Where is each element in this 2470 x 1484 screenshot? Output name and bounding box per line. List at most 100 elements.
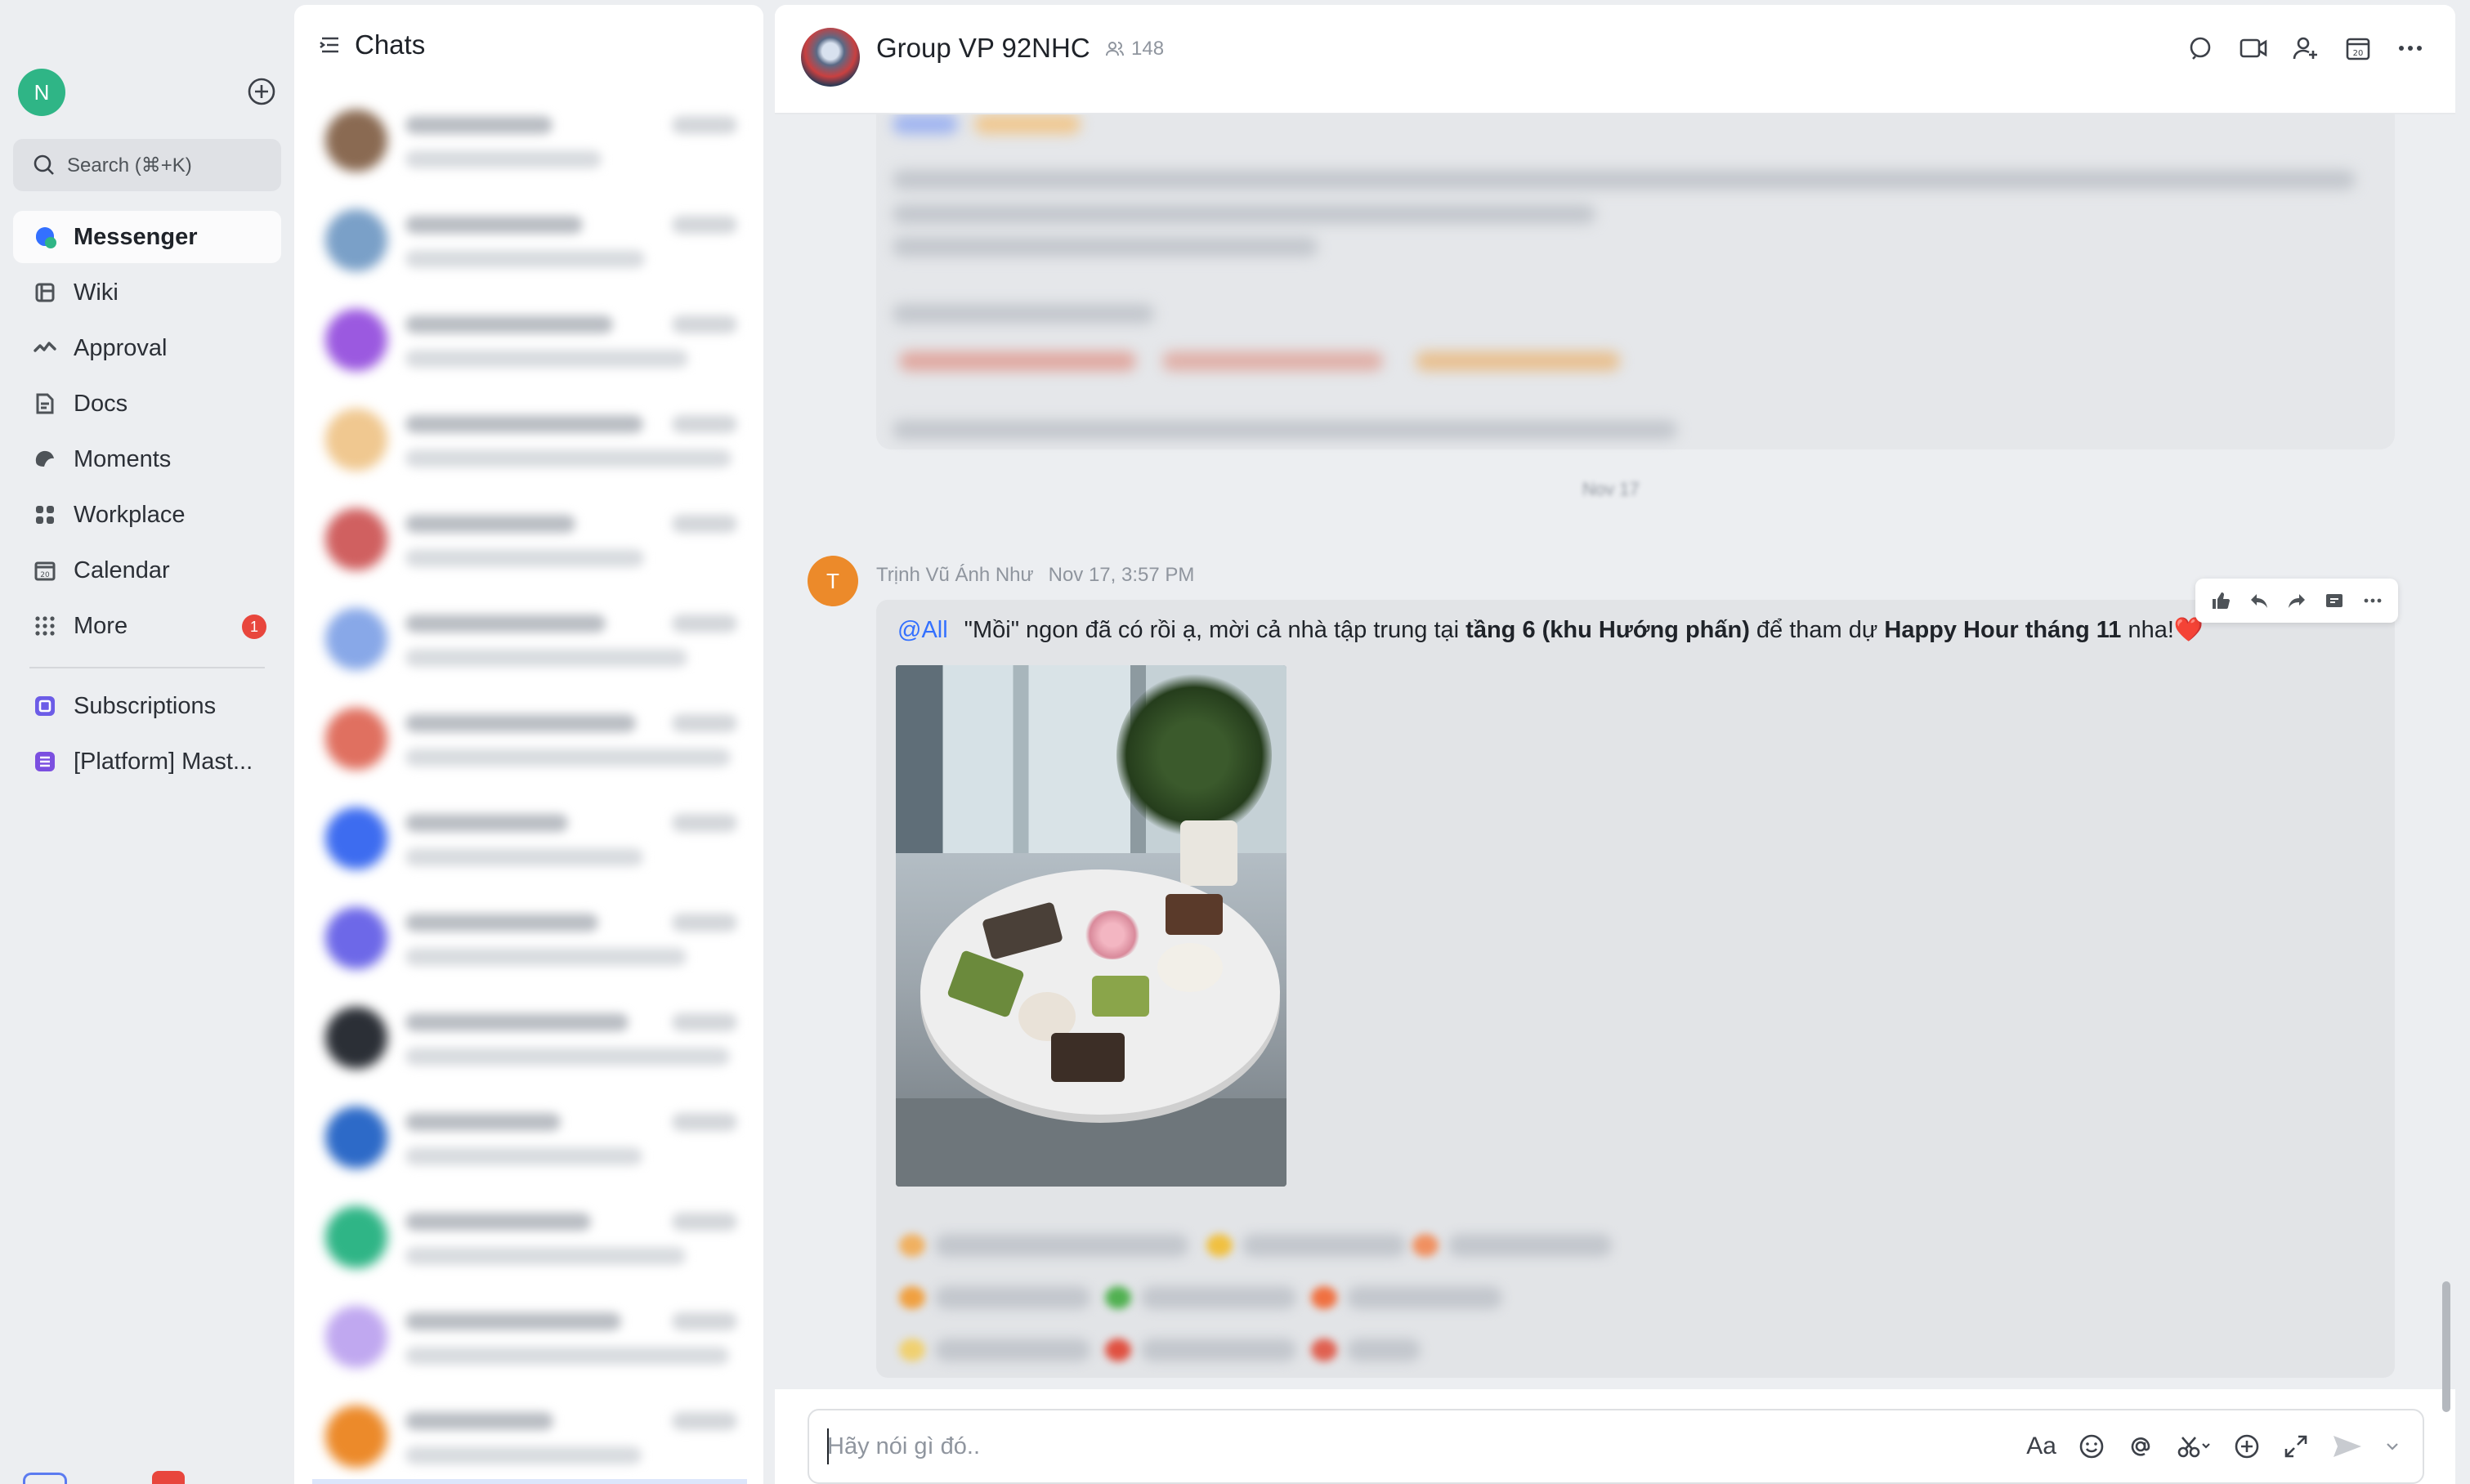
previous-message-blurred	[876, 82, 2395, 449]
chat-avatar	[325, 1106, 387, 1169]
nav-item-more[interactable]: More 1	[13, 600, 281, 652]
chat-row[interactable]	[315, 194, 749, 284]
moments-icon	[31, 445, 59, 473]
reactions-row-1	[899, 1234, 2370, 1258]
chat-row[interactable]	[315, 892, 749, 982]
search-chat-icon[interactable]	[2186, 33, 2217, 64]
forward-icon[interactable]	[2284, 588, 2309, 613]
sender-name[interactable]: Trịnh Vũ Ánh Như	[876, 564, 1034, 586]
thumbs-up-icon[interactable]	[2208, 588, 2233, 613]
sheet-icon	[31, 748, 59, 776]
chat-preview-blurred	[405, 948, 687, 966]
member-count[interactable]: 148	[1105, 38, 1164, 60]
group-title[interactable]: Group VP 92NHC	[876, 33, 1090, 64]
format-text-icon[interactable]: Aa	[2026, 1428, 2056, 1464]
chat-avatar	[325, 309, 387, 371]
chat-title-blurred	[405, 1412, 553, 1430]
nav-item-approval[interactable]: Approval	[13, 322, 281, 374]
message-input[interactable]	[827, 1428, 1971, 1464]
chat-row[interactable]	[315, 1092, 749, 1182]
user-avatar[interactable]: N	[18, 69, 65, 116]
message-bubble[interactable]: @All "Mồi" ngon đã có rồi ạ, mời cả nhà t…	[876, 600, 2395, 1378]
calendar-event-icon[interactable]: 20	[2342, 33, 2374, 64]
reply-icon[interactable]	[2247, 588, 2271, 613]
chat-title-blurred	[405, 814, 568, 832]
message-photo[interactable]	[896, 665, 1286, 1187]
chat-time-blurred	[672, 1412, 737, 1430]
chat-row[interactable]	[315, 394, 749, 484]
app-window: N Search (⌘+K) Messenger Wiki Approval D…	[0, 0, 2470, 1484]
nav-item-label: Docs	[74, 390, 128, 417]
chat-row[interactable]	[315, 1191, 749, 1281]
nav-item-workplace[interactable]: Workplace	[13, 489, 281, 541]
nav-item-docs[interactable]: Docs	[13, 378, 281, 430]
expand-icon[interactable]	[2282, 1428, 2310, 1464]
composer-actions: Aa	[2026, 1428, 2400, 1464]
send-icon[interactable]	[2331, 1428, 2364, 1464]
more-actions-icon[interactable]	[2360, 588, 2385, 613]
text-caret	[827, 1428, 829, 1464]
chat-row[interactable]	[315, 294, 749, 384]
nav-item-label: Workplace	[74, 501, 186, 528]
send-options-chevron-icon[interactable]	[2385, 1428, 2400, 1464]
nav-item-label: Wiki	[74, 279, 119, 306]
message-area: Nov 17 T Trịnh Vũ Ánh Như Nov 17, 3:57 PM…	[775, 82, 2455, 1389]
chat-row[interactable]	[315, 693, 749, 783]
message-text: @All "Mồi" ngon đã có rồi ạ, mời cả nhà t…	[897, 616, 2204, 644]
members-icon	[1106, 42, 1124, 56]
chat-row[interactable]	[315, 95, 749, 185]
mention-all[interactable]: @All	[897, 617, 948, 643]
chat-time-blurred	[672, 914, 737, 932]
chat-row[interactable]	[315, 593, 749, 683]
chat-time-blurred	[672, 515, 737, 533]
chat-title-blurred	[405, 1213, 591, 1231]
chat-title-blurred	[405, 1312, 621, 1330]
message-scrollbar[interactable]	[2442, 1281, 2450, 1412]
chat-row[interactable]	[315, 793, 749, 883]
chat-avatar	[325, 708, 387, 770]
search-box[interactable]: Search (⌘+K)	[13, 139, 281, 191]
chat-time-blurred	[672, 216, 737, 234]
add-member-icon[interactable]	[2290, 33, 2321, 64]
message-text-part: "Mồi" ngon đã có rồi ạ, mời cả nhà tập t…	[964, 617, 1466, 643]
chat-title-blurred	[405, 116, 553, 134]
chat-row[interactable]	[315, 1391, 749, 1481]
chat-time-blurred	[672, 714, 737, 732]
chat-preview-blurred	[405, 1048, 730, 1066]
collapse-list-icon[interactable]	[317, 33, 342, 57]
chat-list-header: Chats	[317, 29, 425, 60]
video-call-icon[interactable]	[2238, 33, 2269, 64]
chat-title-blurred	[405, 216, 583, 234]
chat-row[interactable]	[315, 494, 749, 583]
nav-item-wiki[interactable]: Wiki	[13, 266, 281, 319]
chat-avatar	[325, 907, 387, 969]
shortcut-platform-master[interactable]: [Platform] Mast...	[13, 735, 281, 788]
message-time: Nov 17, 3:57 PM	[1048, 564, 1195, 586]
quote-icon[interactable]	[2322, 588, 2347, 613]
shortcut-subscriptions[interactable]: Subscriptions	[13, 680, 281, 732]
sender-meta: Trịnh Vũ Ánh Như Nov 17, 3:57 PM	[876, 564, 1194, 587]
nav-item-messenger[interactable]: Messenger	[13, 211, 281, 263]
nav-item-moments[interactable]: Moments	[13, 433, 281, 485]
message-hover-toolbar	[2195, 579, 2398, 623]
nav-item-calendar[interactable]: 20 Calendar	[13, 544, 281, 597]
mention-icon[interactable]	[2127, 1428, 2155, 1464]
add-icon[interactable]	[247, 77, 276, 106]
chat-preview-blurred	[405, 649, 687, 667]
more-options-icon[interactable]	[2395, 33, 2426, 64]
sender-avatar[interactable]: T	[808, 556, 858, 606]
screenshot-icon[interactable]	[2176, 1428, 2212, 1464]
chat-list-panel: Chats	[294, 5, 763, 1484]
message-bold-location: tầng 6 (khu Hướng phấn)	[1465, 617, 1750, 643]
bottom-app-icon[interactable]	[23, 1473, 67, 1484]
chat-avatar	[325, 1306, 387, 1368]
emoji-icon[interactable]	[2078, 1428, 2105, 1464]
header-actions: 20	[2186, 33, 2426, 64]
group-avatar[interactable]	[801, 28, 860, 87]
chat-row[interactable]	[315, 992, 749, 1082]
add-attachment-icon[interactable]	[2233, 1428, 2261, 1464]
chat-preview-blurred	[405, 1347, 729, 1365]
chat-row[interactable]	[315, 1291, 749, 1381]
message-bold-event: Happy Hour tháng 11	[1884, 617, 2122, 643]
chat-preview-blurred	[405, 1147, 642, 1165]
